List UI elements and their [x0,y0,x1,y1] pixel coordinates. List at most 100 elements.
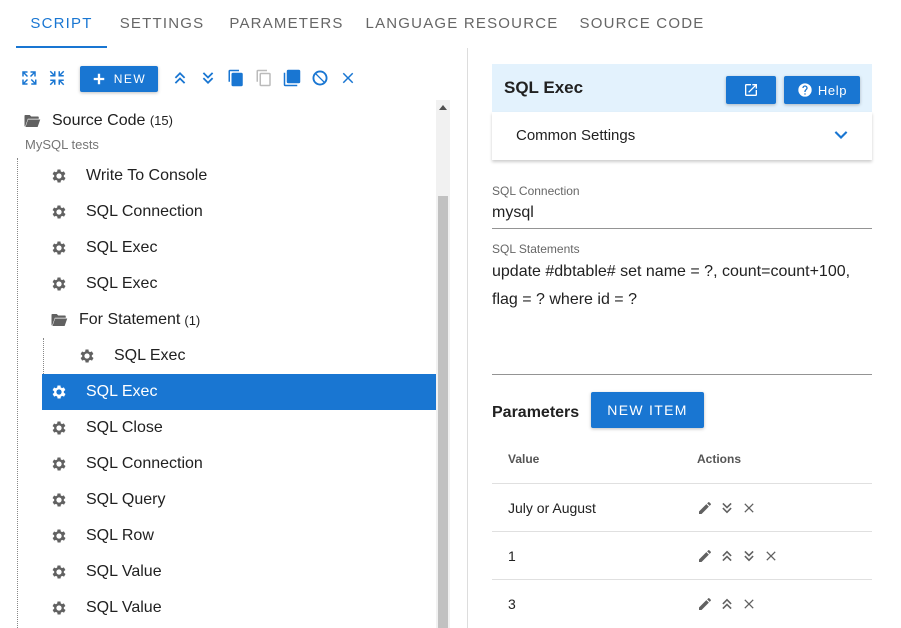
tree-node[interactable]: SQL Exec [50,266,436,302]
gear-icon [50,419,68,437]
detail-title: SQL Exec [504,78,584,97]
move-down-icon[interactable] [741,548,757,564]
new-item-button[interactable]: New Item [591,392,704,428]
tree-node-label: SQL Exec [86,383,158,400]
tree-node-label: For Statement [79,311,181,328]
help-icon [798,83,812,97]
gear-icon [50,203,68,221]
disable-icon[interactable] [311,69,329,87]
tree-node-label: SQL Query [86,491,166,508]
parameter-value: July or August [508,500,596,516]
gear-icon [50,455,68,473]
delete-icon[interactable] [339,69,357,87]
row-actions [697,596,757,612]
tree-node-label: SQL Exec [114,347,186,364]
row-actions [697,500,757,516]
tab-source-code[interactable]: Source Code [568,0,716,48]
help-button[interactable]: Help [784,76,860,104]
folder-open-icon [50,311,70,329]
tree-node[interactable]: SQL Exec [76,338,436,374]
detail-header: SQL Exec Help [492,64,872,112]
tab-language-resource[interactable]: Language Resource [356,0,568,48]
scroll-up-arrow[interactable] [436,100,450,114]
paste-icon[interactable] [255,69,273,87]
gear-icon [50,167,68,185]
collapse-all-icon[interactable] [48,69,66,87]
open-external-button[interactable] [726,76,776,104]
tree-node-label: SQL Connection [86,455,203,472]
common-settings-label: Common Settings [516,127,636,144]
expand-all-icon[interactable] [20,69,38,87]
tree-node-label: SQL Value [86,599,162,616]
connection-underline [492,228,872,229]
connection-field[interactable]: mysql [492,204,534,222]
tree-node-label: SQL Exec [86,275,158,292]
tab-parameters[interactable]: Parameters [217,0,356,48]
delete-icon[interactable] [741,596,757,612]
parameters-title: Parameters [492,404,580,421]
table-row: 1 [492,531,872,579]
tree-node-label: SQL Exec [86,239,158,256]
move-down-icon[interactable] [199,69,217,87]
edit-icon[interactable] [697,548,713,564]
table-row: 3 [492,579,872,627]
connection-label: SQL Connection [492,184,580,198]
move-up-icon[interactable] [719,548,735,564]
tree-node[interactable]: Write To Console [50,158,436,194]
plus-icon [93,73,104,85]
new-button[interactable]: New [80,66,158,92]
script-tree: Source Code (15) MySQL tests Write To Co… [0,100,450,628]
move-up-icon[interactable] [719,596,735,612]
tree-root-subtitle: MySQL tests [25,137,99,152]
new-button-label: New [113,72,147,86]
statements-underline [492,374,872,375]
tree-scrollbar[interactable] [436,100,450,628]
edit-icon[interactable] [697,500,713,516]
tree-node-label: SQL Connection [86,203,203,220]
tree-guide-line-nested [43,338,44,374]
delete-icon[interactable] [763,548,779,564]
row-actions [697,548,779,564]
move-up-icon[interactable] [171,69,189,87]
gear-icon [50,491,68,509]
detail-pane: SQL Exec Help Common Settings SQL Connec… [492,64,872,628]
tab-bar: Script Settings Parameters Language Reso… [0,0,901,48]
gear-icon [50,383,68,401]
tree-node[interactable]: SQL Exec [42,374,436,410]
tree-root-count: (15) [149,113,173,128]
tree-node[interactable]: SQL Value [50,590,436,626]
tree-node[interactable]: SQL Value [50,554,436,590]
tree-node[interactable]: SQL Close [50,410,436,446]
duplicate-icon[interactable] [283,69,301,87]
tree-node-label: Write To Console [86,167,208,184]
tree-root[interactable]: Source Code (15) [22,108,173,134]
column-header-value: Value [508,452,540,466]
tree-node-label: SQL Close [86,419,163,436]
copy-icon[interactable] [227,69,245,87]
parameter-value: 1 [508,548,516,564]
common-settings-expander[interactable]: Common Settings [492,112,872,160]
gear-icon [78,347,96,365]
folder-open-icon [22,112,42,130]
tree-node[interactable]: SQL Query [50,482,436,518]
tree-guide-line [17,158,18,628]
scroll-thumb[interactable] [438,196,448,628]
tree-node[interactable]: SQL Connection [50,446,436,482]
edit-icon[interactable] [697,596,713,612]
gear-icon [50,563,68,581]
tab-script[interactable]: Script [16,0,107,48]
tree-node[interactable]: SQL Row [50,518,436,554]
tree-node[interactable]: SQL Exec [50,230,436,266]
statements-label: SQL Statements [492,242,580,256]
statements-field[interactable]: update #dbtable# set name = ?, count=cou… [492,258,872,314]
tree-node[interactable]: SQL Connection [50,194,436,230]
delete-icon[interactable] [741,500,757,516]
move-down-icon[interactable] [719,500,735,516]
gear-icon [50,599,68,617]
tree-pane: New Source Code (15) MySQL [0,48,468,628]
tree-node-label: SQL Value [86,563,162,580]
tree-node[interactable]: For Statement (1) [50,302,436,338]
gear-icon [50,275,68,293]
tab-settings[interactable]: Settings [107,0,217,48]
column-header-actions: Actions [697,452,742,466]
